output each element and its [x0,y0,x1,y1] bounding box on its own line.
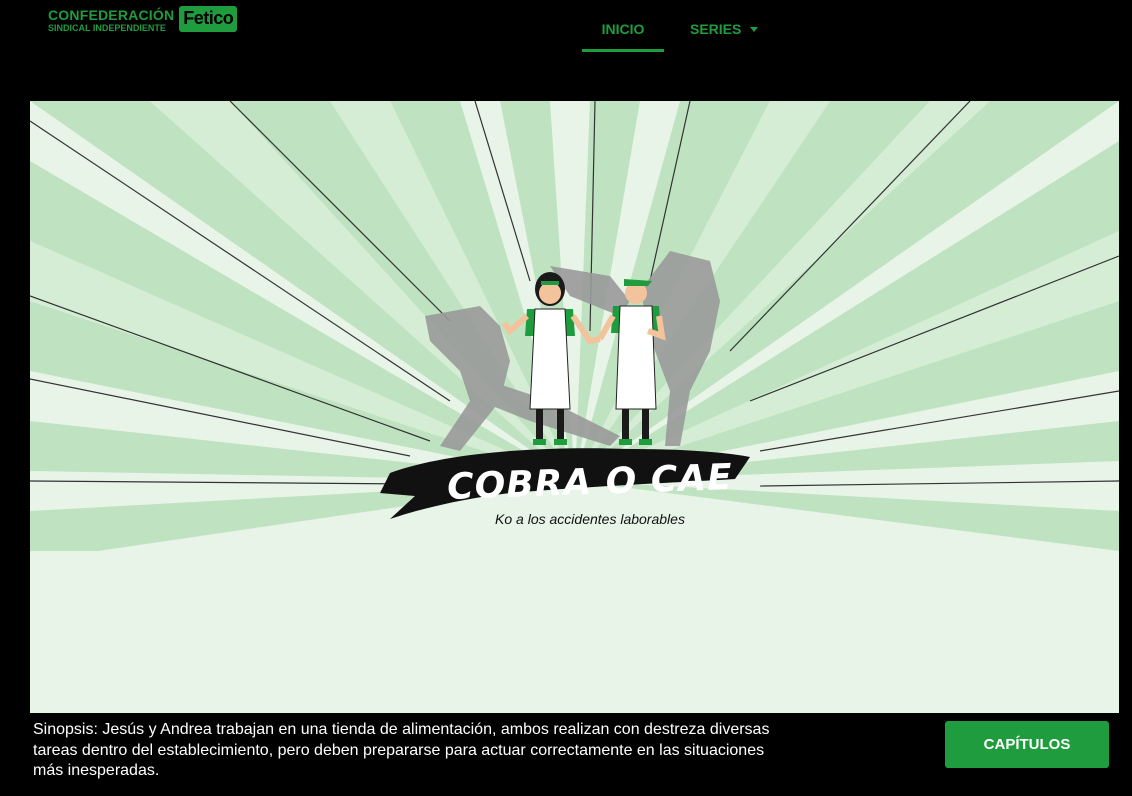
logo-line-2: SINDICAL INDEPENDIENTE [48,23,166,33]
logo-badge: Fetico [179,6,238,32]
hero-illustration [30,101,1119,713]
logo-line-1: CONFEDERACIÓN [48,7,175,23]
fetico-logo[interactable]: CONFEDERACIÓN SINDICAL INDEPENDIENTE Fet… [48,6,238,33]
nav-series-dropdown[interactable]: SERIES [690,14,759,37]
chapters-button[interactable]: CAPÍTULOS [945,721,1109,768]
hero-banner: COBRA O CAE Ko a los accidentes laborabl… [30,101,1119,713]
caret-down-icon [750,27,759,32]
nav-series-label: SERIES [690,21,742,37]
nav-inicio[interactable]: INICIO [582,14,664,52]
logo-text: CONFEDERACIÓN SINDICAL INDEPENDIENTE [48,8,174,33]
synopsis-text: Sinopsis: Jesús y Andrea trabajan en una… [33,721,770,779]
top-navigation-bar: CONFEDERACIÓN SINDICAL INDEPENDIENTE Fet… [0,0,1132,100]
main-nav: INICIO SERIES [582,14,759,52]
